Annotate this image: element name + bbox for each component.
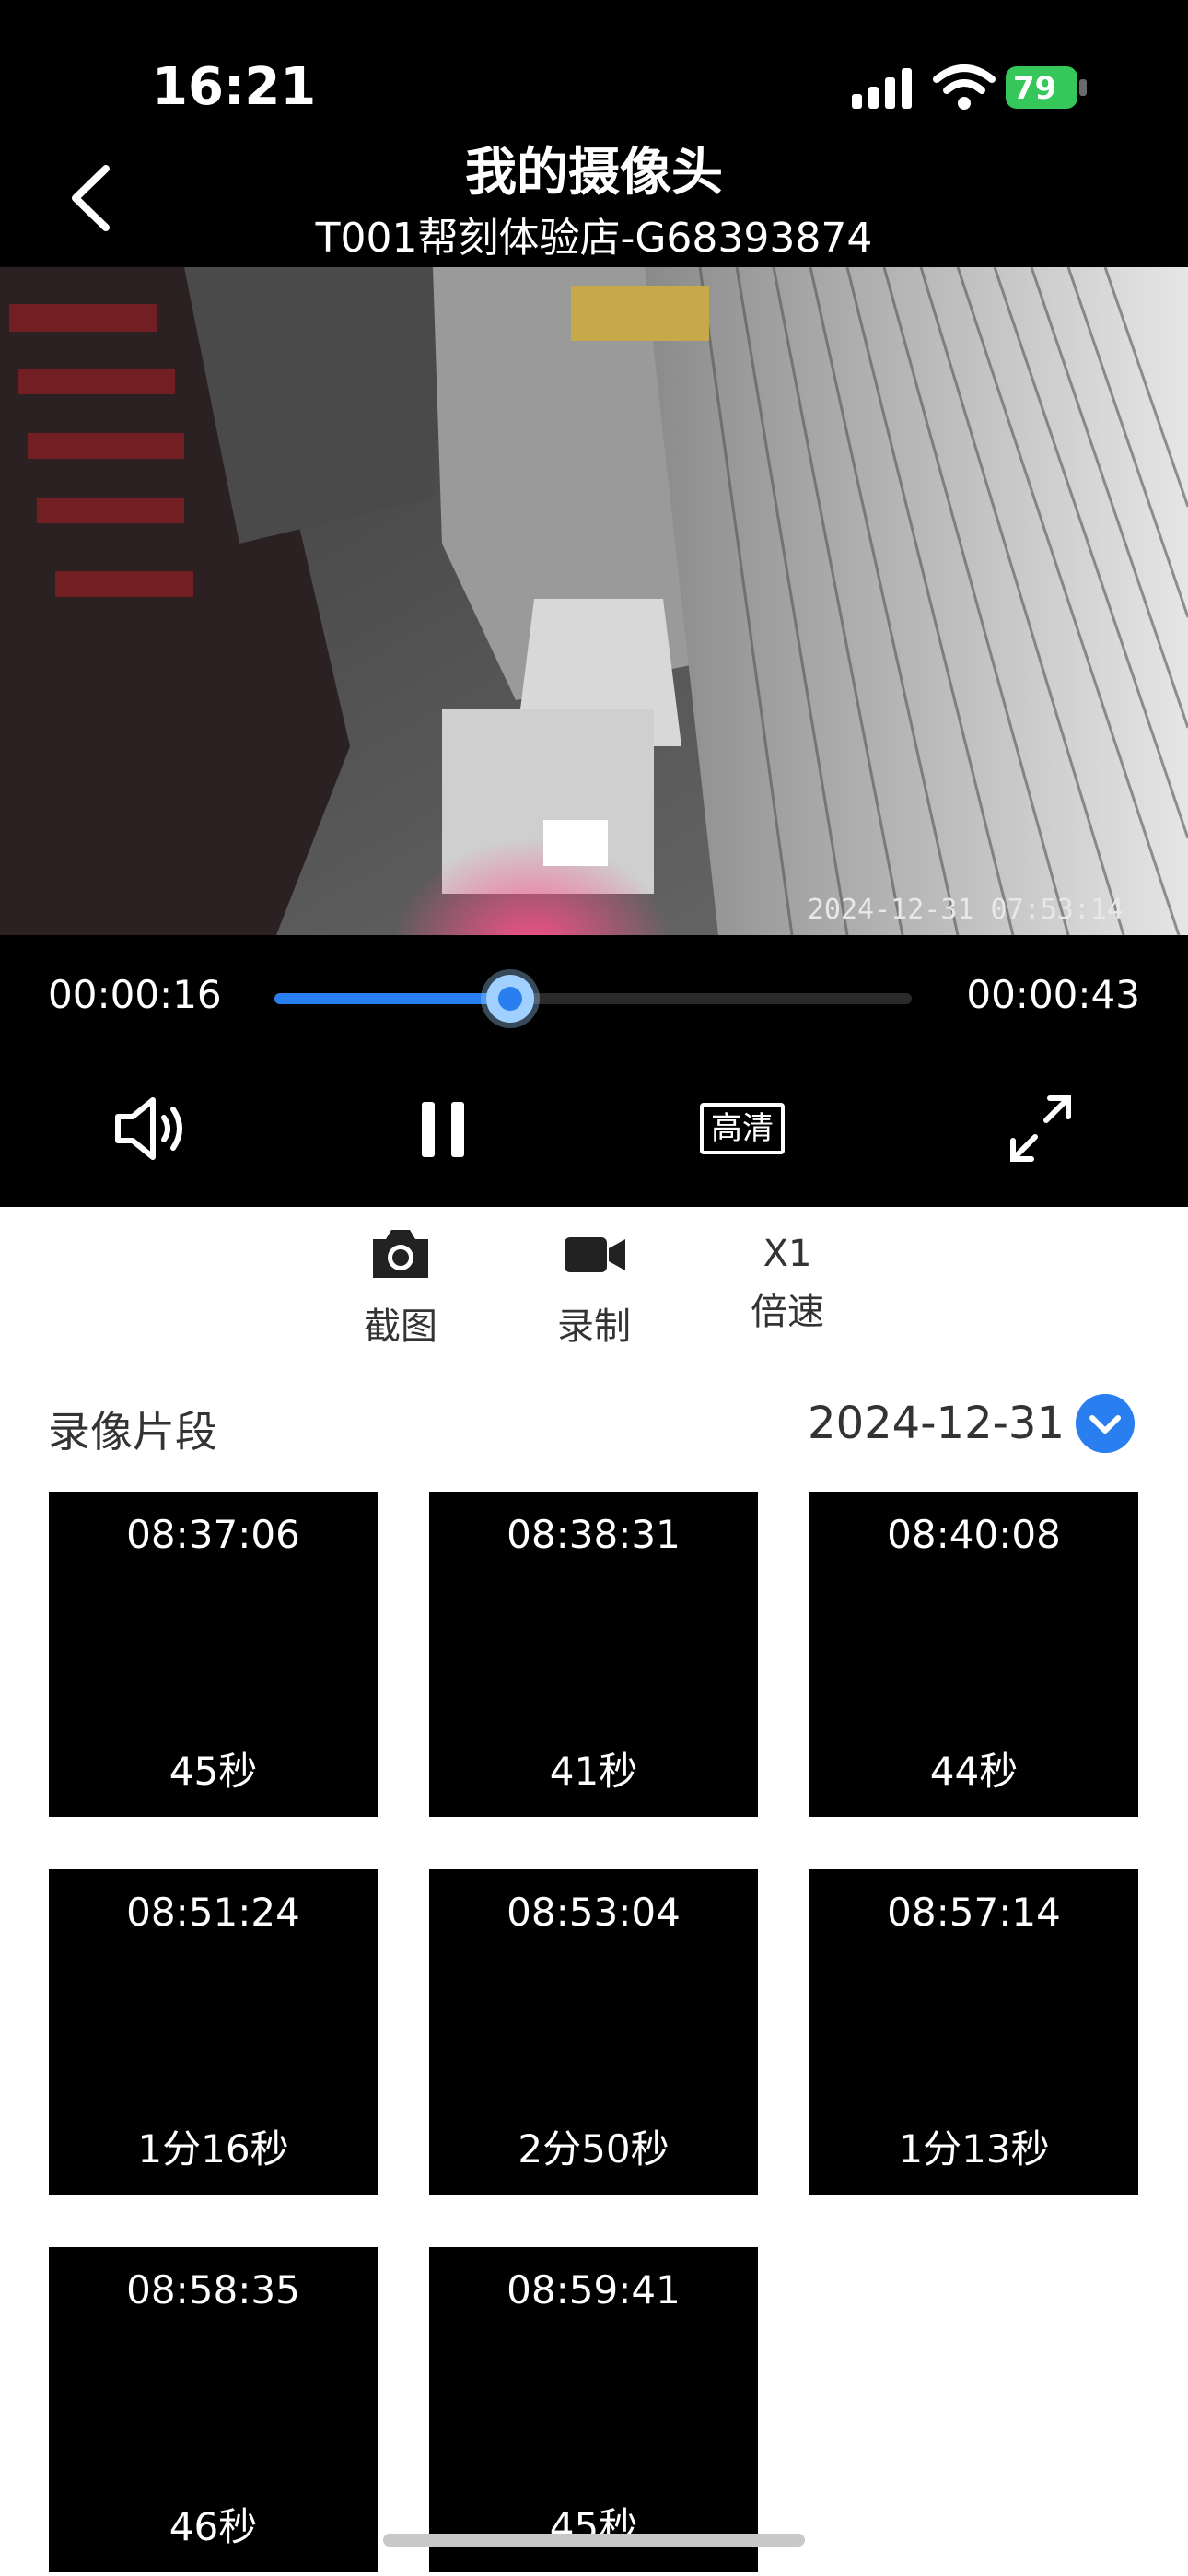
screenshot-label: 截图 bbox=[364, 1306, 437, 1348]
date-picker[interactable]: 2024-12-31 bbox=[808, 1391, 1135, 1456]
quality-button[interactable]: 高清 bbox=[700, 1103, 785, 1154]
progress-fill bbox=[274, 993, 511, 1004]
clip-card[interactable]: 08:53:04 2分50秒 bbox=[429, 1869, 758, 2195]
clip-start-time: 08:53:04 bbox=[507, 1890, 681, 1935]
clip-card[interactable]: 08:38:31 41秒 bbox=[429, 1492, 758, 1817]
clip-duration: 1分16秒 bbox=[137, 2126, 289, 2172]
battery-level: 79 bbox=[1013, 70, 1057, 107]
clip-duration: 45秒 bbox=[169, 1749, 258, 1794]
fullscreen-button[interactable] bbox=[1004, 1087, 1077, 1170]
total-duration: 00:00:43 bbox=[966, 972, 1140, 1017]
speed-value: X1 bbox=[763, 1233, 812, 1275]
elapsed-time: 00:00:16 bbox=[48, 972, 222, 1017]
chevron-down-icon bbox=[1076, 1394, 1135, 1453]
speed-label: 倍速 bbox=[751, 1291, 824, 1333]
record-label: 录制 bbox=[557, 1306, 631, 1348]
clip-start-time: 08:40:08 bbox=[887, 1512, 1061, 1557]
screenshot-button[interactable]: 截图 bbox=[318, 1221, 483, 1350]
page-title: 我的摄像头 bbox=[465, 143, 723, 203]
clip-duration: 2分50秒 bbox=[518, 2126, 670, 2172]
device-name: T001帮刻体验店-G68393874 bbox=[315, 215, 873, 262]
video-timestamp: 2024-12-31 07:53:14 bbox=[807, 894, 1124, 926]
clip-start-time: 08:57:14 bbox=[887, 1890, 1061, 1935]
clip-start-time: 08:51:24 bbox=[126, 1890, 300, 1935]
clip-start-time: 08:58:35 bbox=[126, 2267, 300, 2313]
camera-feed-frame bbox=[0, 267, 1188, 935]
volume-button[interactable] bbox=[109, 1087, 192, 1170]
clip-card[interactable]: 08:57:14 1分13秒 bbox=[809, 1869, 1138, 2195]
clip-duration: 1分13秒 bbox=[898, 2126, 1050, 2172]
progress-thumb[interactable] bbox=[486, 975, 535, 1023]
camera-icon bbox=[373, 1230, 428, 1278]
clip-card[interactable]: 08:51:24 1分16秒 bbox=[49, 1869, 378, 2195]
section-title: 录像片段 bbox=[48, 1407, 217, 1457]
clip-card[interactable]: 08:58:35 46秒 bbox=[49, 2247, 378, 2572]
selected-date: 2024-12-31 bbox=[808, 1398, 1065, 1449]
clip-card[interactable]: 08:40:08 44秒 bbox=[809, 1492, 1138, 1817]
video-camera-icon bbox=[565, 1237, 625, 1272]
speed-button[interactable]: X1 倍速 bbox=[705, 1221, 870, 1335]
record-button[interactable]: 录制 bbox=[511, 1221, 677, 1350]
clip-duration: 44秒 bbox=[929, 1749, 1019, 1794]
clip-start-time: 08:38:31 bbox=[507, 1512, 681, 1557]
pause-button[interactable] bbox=[416, 1087, 472, 1170]
clip-duration: 41秒 bbox=[549, 1749, 638, 1794]
clip-start-time: 08:59:41 bbox=[507, 2267, 681, 2313]
clip-card[interactable]: 08:37:06 45秒 bbox=[49, 1492, 378, 1817]
cellular-signal-icon bbox=[852, 68, 912, 109]
video-player[interactable]: 2024-12-31 07:53:14 bbox=[0, 267, 1188, 935]
wifi-icon bbox=[933, 64, 996, 110]
status-time: 16:21 bbox=[152, 57, 317, 117]
clip-card[interactable]: 08:59:41 45秒 bbox=[429, 2247, 758, 2572]
clip-duration: 46秒 bbox=[169, 2504, 258, 2549]
home-indicator bbox=[383, 2534, 805, 2547]
battery-icon: 79 bbox=[1006, 66, 1089, 109]
clip-start-time: 08:37:06 bbox=[126, 1512, 300, 1557]
